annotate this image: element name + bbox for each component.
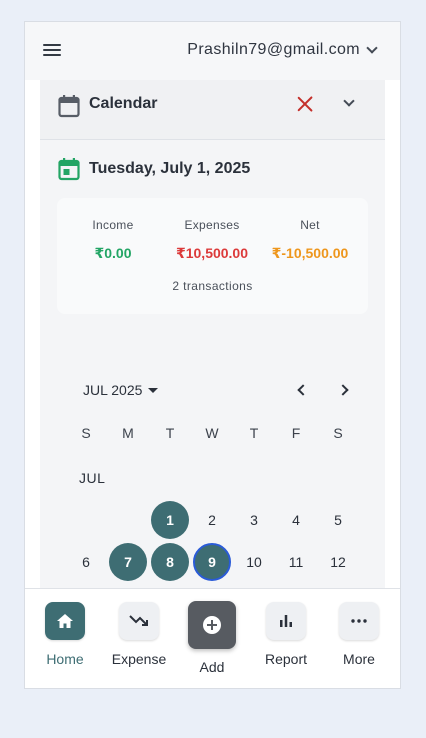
account-email: Prashiln79@gmail.com: [187, 41, 360, 58]
more-horizontal-icon: [339, 602, 379, 640]
calendar-day[interactable]: 3: [235, 501, 273, 539]
calendar-day[interactable]: 4: [277, 501, 315, 539]
next-month-button[interactable]: [335, 383, 351, 399]
nav-add[interactable]: Add: [177, 589, 247, 688]
weekday-thu: T: [249, 425, 259, 441]
net-value: ₹-10,500.00: [271, 245, 349, 261]
calendar-day[interactable]: 5: [319, 501, 357, 539]
weekday-wed: W: [205, 425, 219, 441]
calendar-day[interactable]: 12: [319, 543, 357, 581]
chevron-left-icon: [297, 384, 309, 396]
nav-home-label: Home: [46, 651, 84, 667]
net-summary: Net ₹-10,500.00: [260, 218, 360, 262]
chevron-down-icon: [366, 41, 378, 54]
income-value: ₹0.00: [94, 245, 132, 261]
calendar-section-title: Calendar: [89, 95, 158, 112]
calendar-icon: [58, 95, 80, 118]
nav-more[interactable]: More: [324, 589, 394, 688]
nav-more-label: More: [343, 651, 375, 667]
calendar-day[interactable]: 7: [109, 543, 147, 581]
income-summary: Income ₹0.00: [63, 218, 163, 262]
income-label: Income: [92, 218, 134, 232]
bar-chart-icon: [266, 602, 306, 640]
trending-down-icon: [119, 602, 159, 640]
chevron-down-icon[interactable]: [342, 95, 356, 111]
top-bar: Prashiln79@gmail.com: [25, 22, 400, 80]
calendar-day[interactable]: 1: [151, 501, 189, 539]
home-icon: [45, 602, 85, 640]
nav-expense[interactable]: Expense: [104, 589, 174, 688]
calendar-day[interactable]: 11: [277, 543, 315, 581]
nav-report-label: Report: [264, 651, 308, 667]
caret-down-icon: [148, 387, 159, 393]
nav-add-label: Add: [199, 659, 225, 675]
account-selector[interactable]: Prashiln79@gmail.com: [187, 41, 378, 59]
hamburger-menu-icon[interactable]: [43, 41, 67, 61]
calendar-day[interactable]: 8: [151, 543, 189, 581]
close-icon[interactable]: [294, 93, 316, 115]
net-label: Net: [300, 218, 320, 232]
bottom-navigation: Home Expense Add Report More: [25, 588, 400, 688]
calendar-day[interactable]: 10: [235, 543, 273, 581]
add-circle-icon: [188, 601, 236, 649]
expenses-value: ₹10,500.00: [175, 245, 249, 261]
chevron-right-icon: [337, 384, 349, 396]
nav-expense-label: Expense: [111, 651, 167, 667]
month-selector-label: JUL 2025: [83, 382, 143, 398]
nav-home[interactable]: Home: [30, 589, 100, 688]
month-label: JUL: [79, 470, 106, 486]
calendar-event-icon: [58, 158, 80, 181]
weekday-mon: M: [122, 425, 134, 441]
month-selector[interactable]: JUL 2025: [83, 382, 159, 398]
calendar-day-selected[interactable]: 9: [193, 543, 231, 581]
weekday-tue: T: [165, 425, 175, 441]
expenses-summary: Expenses ₹10,500.00: [162, 218, 262, 262]
app-window: Prashiln79@gmail.com Calendar Tuesday, J…: [24, 21, 401, 689]
previous-month-button[interactable]: [295, 383, 311, 399]
calendar-day[interactable]: 6: [67, 543, 105, 581]
weekday-fri: F: [291, 425, 301, 441]
selected-date-title: Tuesday, July 1, 2025: [89, 160, 251, 177]
weekday-sun: S: [81, 425, 91, 441]
expenses-label: Expenses: [184, 218, 240, 232]
calendar-day[interactable]: 2: [193, 501, 231, 539]
day-summary-card: Income ₹0.00 Expenses ₹10,500.00 Net ₹-1…: [57, 198, 368, 314]
calendar-section-header[interactable]: Calendar: [40, 80, 385, 140]
transaction-count: 2 transactions: [172, 279, 253, 293]
weekday-sat: S: [333, 425, 343, 441]
nav-report[interactable]: Report: [251, 589, 321, 688]
